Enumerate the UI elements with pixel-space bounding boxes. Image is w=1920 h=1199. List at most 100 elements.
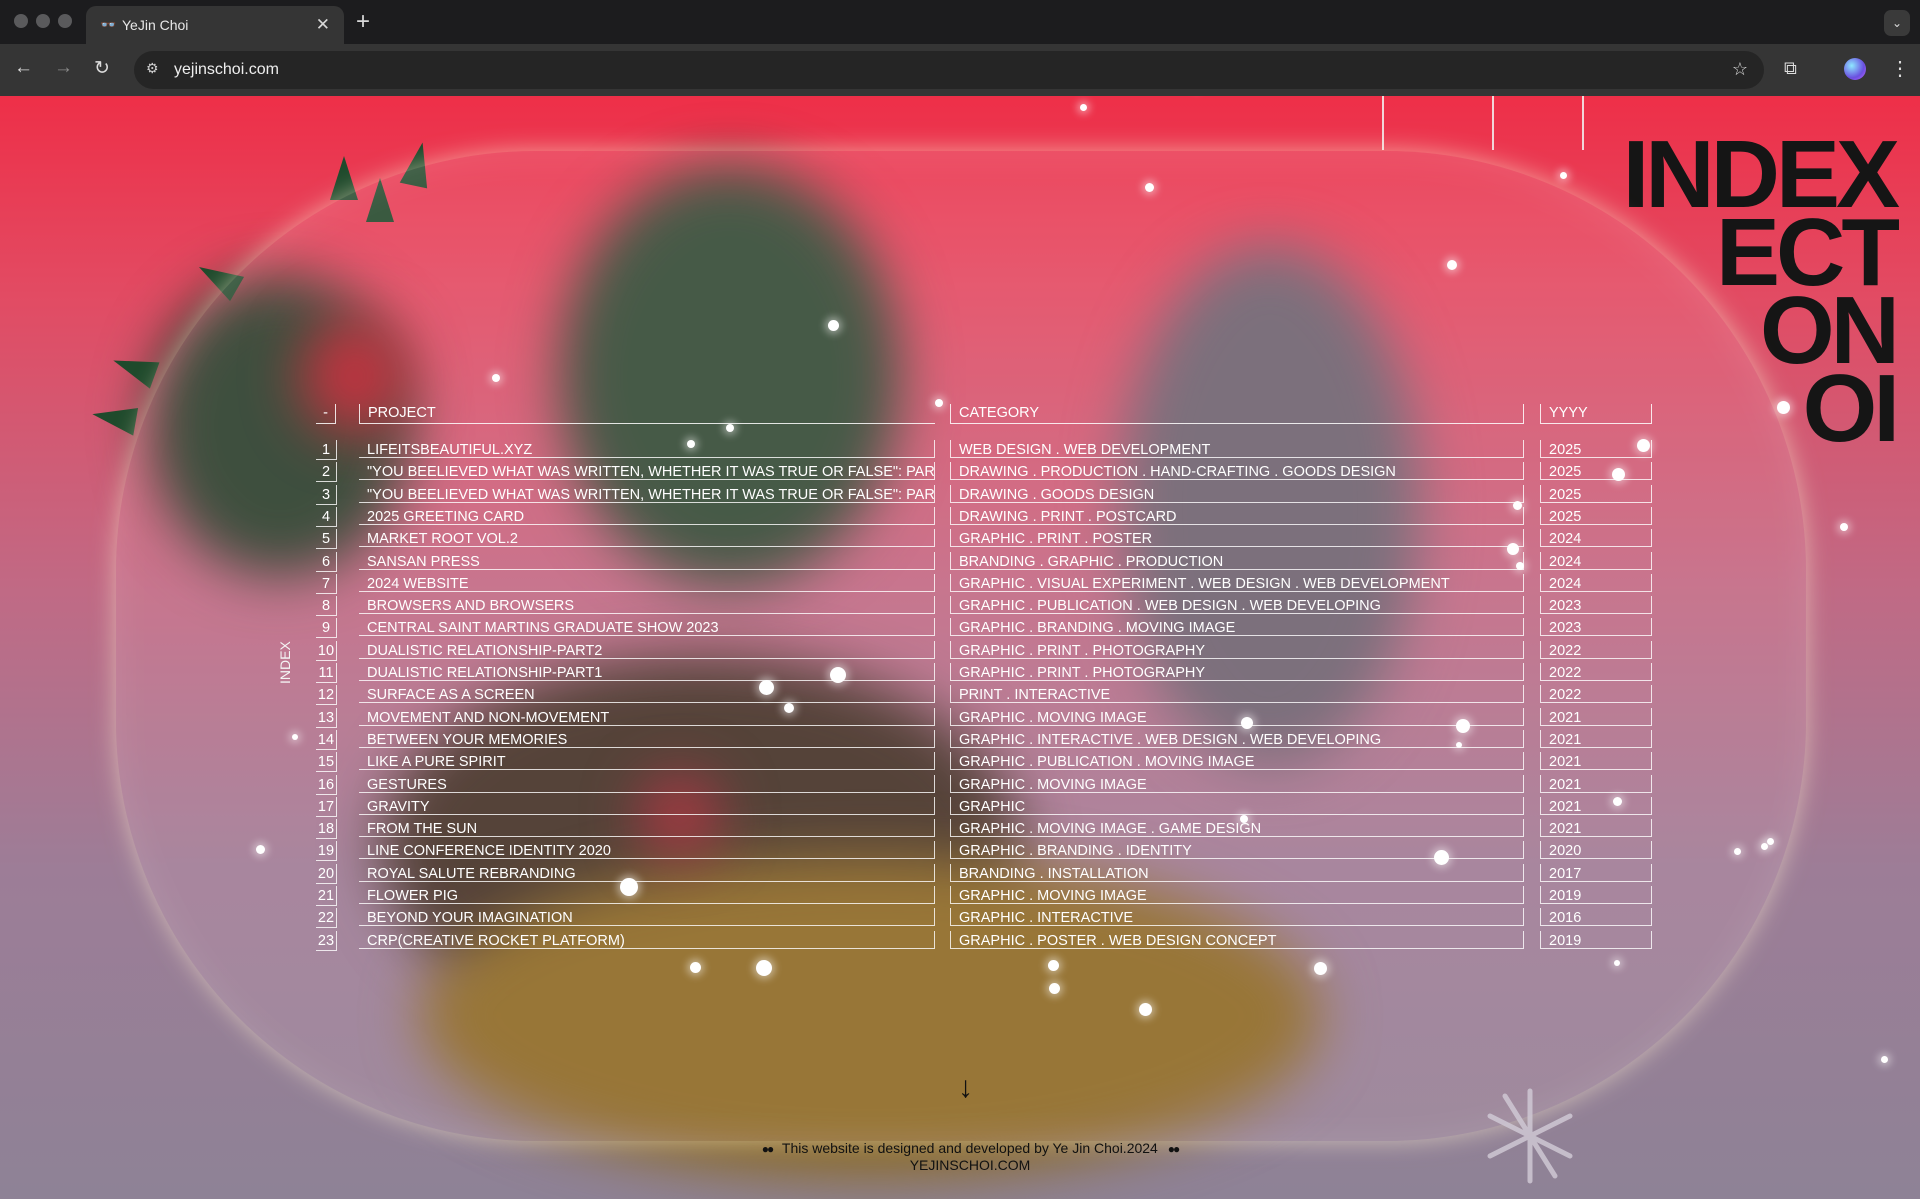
table-row[interactable]: 13 MOVEMENT AND NON-MOVEMENT GRAPHIC . MOV… bbox=[316, 707, 1652, 730]
row-number: 18 bbox=[316, 819, 337, 840]
row-project[interactable]: DUALISTIC RELATIONSHIP-PART1 bbox=[359, 663, 935, 681]
table-row[interactable]: 12 SURFACE AS A SCREEN PRINT . INTERACTIVE… bbox=[316, 685, 1652, 707]
header-year[interactable]: YYYY bbox=[1540, 404, 1652, 424]
row-number: 1 bbox=[316, 440, 337, 460]
row-number: 5 bbox=[316, 529, 337, 550]
more-menu-icon[interactable]: ⋮ bbox=[1890, 56, 1910, 81]
row-project[interactable]: LIKE A PURE SPIRIT bbox=[359, 752, 935, 771]
table-row[interactable]: 3 "YOU BEELIEVED WHAT WAS WRITTEN, WHETHE… bbox=[316, 484, 1652, 507]
row-project[interactable]: MOVEMENT AND NON-MOVEMENT bbox=[359, 707, 935, 726]
window-minimize-button[interactable] bbox=[36, 14, 50, 28]
table-row[interactable]: 23 CRP(CREATIVE ROCKET PLATFORM) GRAPHIC .… bbox=[316, 930, 1652, 953]
row-project[interactable]: BROWSERS AND BROWSERS bbox=[359, 596, 935, 615]
row-number: 10 bbox=[316, 640, 337, 661]
profile-avatar[interactable] bbox=[1844, 58, 1866, 80]
tab-close-icon[interactable]: ✕ bbox=[316, 15, 330, 35]
table-row[interactable]: 18 FROM THE SUN GRAPHIC . MOVING IMAGE . G… bbox=[316, 819, 1652, 841]
table-row[interactable]: 15 LIKE A PURE SPIRIT GRAPHIC . PUBLICATIO… bbox=[316, 752, 1652, 774]
row-number: 6 bbox=[316, 551, 337, 572]
header-project[interactable]: PROJECT bbox=[359, 404, 935, 424]
row-project[interactable]: SURFACE AS A SCREEN bbox=[359, 685, 935, 704]
extensions-icon[interactable]: ⧉ bbox=[1784, 58, 1797, 79]
row-number: 11 bbox=[316, 663, 337, 683]
light-particle bbox=[830, 667, 846, 683]
scroll-down-arrow[interactable]: ↓ bbox=[958, 1071, 973, 1105]
eyes-icon: ●● bbox=[761, 1142, 774, 1156]
table-row[interactable]: 7 2024 WEBSITE GRAPHIC . VISUAL EXPERIMENT… bbox=[316, 573, 1652, 596]
row-project[interactable]: BEYOND YOUR IMAGINATION bbox=[359, 908, 935, 927]
light-particle bbox=[1840, 523, 1848, 531]
site-settings-icon[interactable]: ⚙ bbox=[146, 60, 159, 77]
reload-icon[interactable]: ↻ bbox=[94, 57, 110, 80]
table-row[interactable]: 11 DUALISTIC RELATIONSHIP-PART1 GRAPHIC . … bbox=[316, 663, 1652, 685]
row-year: 2023 bbox=[1540, 618, 1652, 637]
address-bar[interactable]: ⚙ yejinschoi.com ☆ bbox=[134, 51, 1764, 89]
light-particle bbox=[1560, 172, 1567, 179]
table-row[interactable]: 6 SANSAN PRESS BRANDING . GRAPHIC . PRODUC… bbox=[316, 551, 1652, 574]
table-row[interactable]: 19 LINE CONFERENCE IDENTITY 2020 GRAPHIC .… bbox=[316, 841, 1652, 863]
row-year: 2025 bbox=[1540, 462, 1652, 481]
table-row[interactable]: 2 "YOU BEELIEVED WHAT WAS WRITTEN, WHETHE… bbox=[316, 462, 1652, 484]
row-year: 2022 bbox=[1540, 685, 1652, 704]
table-row[interactable]: 9 CENTRAL SAINT MARTINS GRADUATE SHOW 202… bbox=[316, 618, 1652, 640]
row-project[interactable]: CENTRAL SAINT MARTINS GRADUATE SHOW 2023 bbox=[359, 618, 935, 637]
browser-tab[interactable]: 👓 YeJin Choi ✕ bbox=[86, 6, 344, 44]
tab-search-icon[interactable]: ⌄ bbox=[1884, 10, 1910, 36]
table-row[interactable]: 21 FLOWER PIG GRAPHIC . MOVING IMAGE 2019 bbox=[316, 886, 1652, 908]
row-project[interactable]: MARKET ROOT VOL.2 bbox=[359, 529, 935, 548]
row-project[interactable]: GRAVITY bbox=[359, 796, 935, 815]
header-category[interactable]: CATEGORY bbox=[950, 404, 1524, 424]
row-category: GRAPHIC . INTERACTIVE . WEB DESIGN . WEB… bbox=[950, 729, 1524, 748]
new-tab-button[interactable]: + bbox=[356, 8, 370, 36]
row-project[interactable]: SANSAN PRESS bbox=[359, 551, 935, 570]
row-project[interactable]: CRP(CREATIVE ROCKET PLATFORM) bbox=[359, 930, 935, 949]
row-project[interactable]: BETWEEN YOUR MEMORIES bbox=[359, 729, 935, 748]
table-row[interactable]: 10 DUALISTIC RELATIONSHIP-PART2 GRAPHIC . … bbox=[316, 640, 1652, 663]
table-row[interactable]: 4 2025 GREETING CARD DRAWING . PRINT . POS… bbox=[316, 506, 1652, 529]
light-particle bbox=[1777, 401, 1790, 414]
forward-icon[interactable]: → bbox=[54, 57, 73, 79]
row-category: GRAPHIC . MOVING IMAGE bbox=[950, 774, 1524, 793]
light-particle bbox=[1516, 562, 1524, 570]
browser-toolbar: ← → ↻ ⚙ yejinschoi.com ☆ ⧉ ⋮ bbox=[0, 44, 1920, 96]
row-project[interactable]: 2025 GREETING CARD bbox=[359, 506, 935, 525]
footer-credit: ●● This website is designed and develope… bbox=[740, 1140, 1200, 1156]
row-project[interactable]: GESTURES bbox=[359, 774, 935, 793]
row-project[interactable]: DUALISTIC RELATIONSHIP-PART2 bbox=[359, 640, 935, 659]
light-particle bbox=[1614, 960, 1620, 966]
light-particle bbox=[828, 320, 839, 331]
table-row[interactable]: 22 BEYOND YOUR IMAGINATION GRAPHIC . INTER… bbox=[316, 908, 1652, 930]
window-close-button[interactable] bbox=[14, 14, 28, 28]
light-particle bbox=[1139, 1003, 1152, 1016]
row-year: 2025 bbox=[1540, 484, 1652, 503]
back-icon[interactable]: ← bbox=[14, 57, 33, 79]
table-row[interactable]: 8 BROWSERS AND BROWSERS GRAPHIC . PUBLICAT… bbox=[316, 596, 1652, 618]
bookmark-star-icon[interactable]: ☆ bbox=[1732, 59, 1748, 80]
row-year: 2019 bbox=[1540, 886, 1652, 904]
side-index-label[interactable]: INDEX bbox=[277, 641, 293, 684]
table-row[interactable]: 17 GRAVITY GRAPHIC 2021 bbox=[316, 796, 1652, 819]
light-particle bbox=[256, 845, 265, 854]
row-project[interactable]: LIFEITSBEAUTIFUL.XYZ bbox=[359, 440, 935, 458]
row-project[interactable]: FLOWER PIG bbox=[359, 886, 935, 904]
row-project[interactable]: 2024 WEBSITE bbox=[359, 573, 935, 592]
tab-title: YeJin Choi bbox=[122, 17, 189, 33]
row-project[interactable]: "YOU BEELIEVED WHAT WAS WRITTEN, WHETHER… bbox=[359, 484, 935, 503]
table-row[interactable]: 1 LIFEITSBEAUTIFUL.XYZ WEB DESIGN . WEB DE… bbox=[316, 440, 1652, 462]
table-row[interactable]: 16 GESTURES GRAPHIC . MOVING IMAGE 2021 bbox=[316, 774, 1652, 797]
table-row[interactable]: 5 MARKET ROOT VOL.2 GRAPHIC . PRINT . POST… bbox=[316, 529, 1652, 551]
table-row[interactable]: 14 BETWEEN YOUR MEMORIES GRAPHIC . INTERAC… bbox=[316, 729, 1652, 752]
table-row[interactable]: 20 ROYAL SALUTE REBRANDING BRANDING . INST… bbox=[316, 863, 1652, 886]
light-particle bbox=[1761, 843, 1768, 850]
row-project[interactable]: FROM THE SUN bbox=[359, 819, 935, 838]
footer-site-link[interactable]: YEJINSCHOI.COM bbox=[740, 1157, 1200, 1173]
row-category: GRAPHIC . PUBLICATION . MOVING IMAGE bbox=[950, 752, 1524, 771]
window-maximize-button[interactable] bbox=[58, 14, 72, 28]
row-number: 4 bbox=[316, 506, 337, 527]
row-project[interactable]: LINE CONFERENCE IDENTITY 2020 bbox=[359, 841, 935, 860]
row-project[interactable]: ROYAL SALUTE REBRANDING bbox=[359, 863, 935, 882]
light-particle bbox=[1767, 838, 1774, 845]
row-project[interactable]: "YOU BEELIEVED WHAT WAS WRITTEN, WHETHER… bbox=[359, 462, 935, 481]
decor-spike bbox=[108, 347, 160, 389]
url-text[interactable]: yejinschoi.com bbox=[174, 61, 279, 79]
